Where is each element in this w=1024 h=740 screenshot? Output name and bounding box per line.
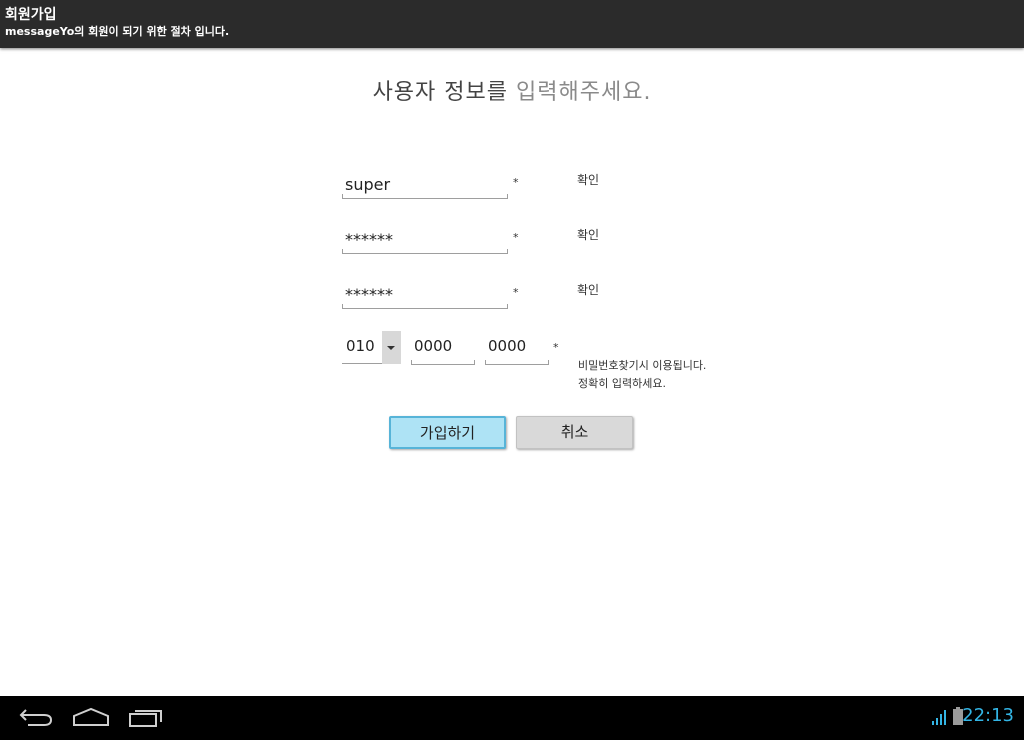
dropdown-toggle[interactable] [382,331,401,364]
password-field[interactable]: ****** [342,226,508,254]
password-confirm-button[interactable]: 확인 [577,226,599,243]
page-subtitle: messageYo의 회원이 되기 위한 절차 입니다. [5,25,230,38]
form-heading: 사용자 정보를 입력해주세요. [0,74,1024,106]
required-mark: * [513,231,519,244]
clock: 22:13 [962,705,1014,726]
home-icon[interactable] [72,706,110,728]
phone-prefix-select[interactable]: 010 [342,331,401,364]
phone-prefix-value: 010 [346,337,375,355]
title-bar: 회원가입 messageYo의 회원이 되기 위한 절차 입니다. [0,0,1024,48]
phone-middle-field[interactable]: 0000 [411,331,475,365]
password-confirm-check-button[interactable]: 확인 [577,281,599,298]
user-id-field[interactable]: super [342,171,508,199]
chevron-down-icon [387,346,395,350]
signup-button[interactable]: 가입하기 [389,416,506,449]
heading-part2: 입력해주세요. [516,80,652,105]
phone-hint-line2: 정확히 입력하세요. [578,377,666,390]
phone-hint: 비밀번호찾기시 이용됩니다. 정확히 입력하세요. [578,357,706,393]
cancel-button[interactable]: 취소 [516,416,633,449]
back-icon[interactable] [18,706,54,728]
required-mark: * [553,341,559,354]
heading-part1: 사용자 정보를 [372,80,508,105]
phone-last-field[interactable]: 0000 [485,331,549,365]
required-mark: * [513,176,519,189]
user-id-confirm-button[interactable]: 확인 [577,171,599,188]
signal-icon [932,710,946,725]
password-confirm-field[interactable]: ****** [342,281,508,309]
phone-hint-line1: 비밀번호찾기시 이용됩니다. [578,359,707,372]
page-title: 회원가입 [5,7,57,23]
required-mark: * [513,286,519,299]
recent-apps-icon[interactable] [128,706,166,728]
system-nav-bar: 22:13 [0,696,1024,740]
